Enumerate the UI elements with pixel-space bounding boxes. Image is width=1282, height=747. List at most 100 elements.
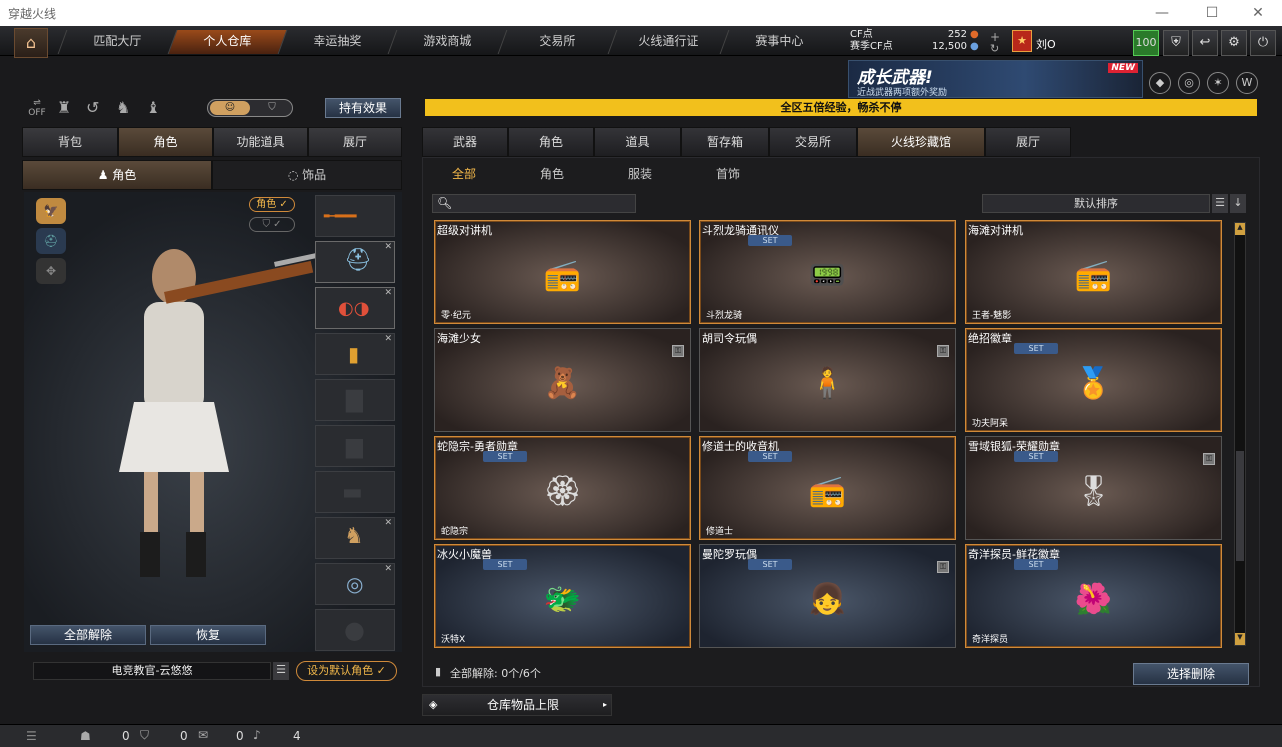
- left-tab-1[interactable]: 角色: [118, 127, 213, 157]
- menu-icon[interactable]: ☰: [26, 729, 37, 743]
- scroll-up-icon[interactable]: ▲: [1235, 223, 1245, 235]
- item-card[interactable]: 修道士的收音机 SET 📻 修道士: [699, 436, 956, 540]
- sort-select[interactable]: 默认排序: [982, 194, 1210, 213]
- view-toggle[interactable]: ☺ ⛉: [207, 99, 293, 117]
- item-card[interactable]: 奇洋探员-鲜花徽章 SET 🌺 奇洋探员: [965, 544, 1222, 648]
- right-tab-0[interactable]: 武器: [422, 127, 508, 157]
- chat-icon[interactable]: ✉: [198, 728, 208, 742]
- refresh-icon[interactable]: ↻: [990, 42, 999, 55]
- nav-tab-4[interactable]: 交易所: [497, 30, 617, 54]
- right-tab-3[interactable]: 暂存箱: [681, 127, 769, 157]
- badge-4-icon[interactable]: W: [1236, 72, 1258, 94]
- helmet-filter-icon[interactable]: ⛑: [36, 228, 66, 254]
- power-icon[interactable]: ⏻: [1250, 30, 1276, 56]
- slot-remove-icon[interactable]: ✕: [384, 518, 392, 528]
- team-icon[interactable]: ♜: [57, 98, 71, 117]
- nav-tab-3[interactable]: 游戏商城: [387, 30, 507, 54]
- close-icon[interactable]: ✕: [1246, 2, 1270, 24]
- slot-glasses[interactable]: ◐◑ ✕: [315, 287, 395, 329]
- item-card[interactable]: 胡司令玩偶 ⚿ 🧍: [699, 328, 956, 432]
- home-button[interactable]: ⌂: [14, 28, 48, 58]
- item-card[interactable]: 绝招徽章 SET 🏅 功夫阿呆: [965, 328, 1222, 432]
- level-badge[interactable]: 100: [1133, 30, 1159, 56]
- unequip-all-button[interactable]: 全部解除: [30, 625, 146, 645]
- category-character[interactable]: 角色: [540, 165, 564, 182]
- item-card[interactable]: 冰火小魔兽 SET 🐲 沃特X: [434, 544, 691, 648]
- slot-empty-2[interactable]: ▆: [315, 425, 395, 467]
- sort-direction-icon[interactable]: ↓: [1230, 194, 1246, 213]
- left-tab-0[interactable]: 背包: [22, 127, 118, 157]
- rotate-icon[interactable]: ↺: [86, 98, 99, 117]
- slot-radio[interactable]: ▮ ✕: [315, 333, 395, 375]
- sort-list-icon[interactable]: ☰: [1212, 194, 1228, 213]
- restore-button[interactable]: 恢复: [150, 625, 266, 645]
- nav-tab-1[interactable]: 个人仓库: [167, 30, 287, 54]
- scrollbar-thumb[interactable]: [1236, 451, 1244, 561]
- right-tab-4[interactable]: 交易所: [769, 127, 857, 157]
- left-tab-2[interactable]: 功能道具: [213, 127, 308, 157]
- maximize-icon[interactable]: ☐: [1200, 2, 1224, 24]
- badge-1-icon[interactable]: ◆: [1149, 72, 1171, 94]
- weapon-filter-chip[interactable]: ⛉ ✓: [249, 217, 295, 232]
- category-all[interactable]: 全部: [452, 165, 476, 182]
- badge-3-icon[interactable]: ✶: [1207, 72, 1229, 94]
- slot-empty-4[interactable]: ●: [315, 609, 395, 651]
- nav-tab-0[interactable]: 匹配大厅: [57, 30, 177, 54]
- right-tab-6[interactable]: 展厅: [985, 127, 1071, 157]
- slot-remove-icon[interactable]: ✕: [384, 334, 392, 344]
- slot-ring[interactable]: ◎ ✕: [315, 563, 395, 605]
- right-tab-5[interactable]: 火线珍藏馆: [857, 127, 985, 157]
- sound-off-icon[interactable]: ⇌ OFF: [26, 98, 48, 120]
- clan-icon[interactable]: ⛉: [140, 728, 149, 743]
- right-tab-2[interactable]: 道具: [594, 127, 681, 157]
- volume-icon[interactable]: ♪: [253, 728, 261, 742]
- scroll-down-icon[interactable]: ▼: [1235, 633, 1245, 645]
- slot-remove-icon[interactable]: ✕: [384, 242, 392, 252]
- shield-icon[interactable]: ⛨: [1163, 30, 1189, 56]
- nav-tab-5[interactable]: 火线通行证: [607, 30, 729, 54]
- slot-empty-3[interactable]: ▬: [315, 471, 395, 513]
- subtab-accessory[interactable]: ◌ 饰品: [212, 160, 402, 190]
- scrollbar[interactable]: ▲ ▼: [1234, 222, 1246, 646]
- item-owner: 功夫阿呆: [972, 419, 1009, 429]
- promo-banner[interactable]: 成长武器! 近战武器两项额外奖励 NEW: [848, 60, 1143, 98]
- slot-pet[interactable]: ♞ ✕: [315, 517, 395, 559]
- category-clothing[interactable]: 服装: [628, 165, 652, 182]
- minimize-icon[interactable]: —: [1150, 2, 1174, 24]
- list-icon[interactable]: ☰: [273, 662, 289, 680]
- character-filter-icon[interactable]: 🦅: [36, 198, 66, 224]
- item-card[interactable]: 雪域银狐-荣耀勋章 SET ⚿ 🎖: [965, 436, 1222, 540]
- category-jewelry[interactable]: 首饰: [716, 165, 740, 182]
- right-tab-1[interactable]: 角色: [508, 127, 594, 157]
- nav-tab-2[interactable]: 幸运抽奖: [277, 30, 397, 54]
- return-icon[interactable]: ↩: [1192, 30, 1218, 56]
- left-tab-3[interactable]: 展厅: [308, 127, 402, 157]
- nav-tab-6[interactable]: 赛事中心: [719, 30, 839, 54]
- badge-2-icon[interactable]: ◎: [1178, 72, 1200, 94]
- pose-icon[interactable]: ♞: [116, 98, 130, 117]
- slot-helmet[interactable]: ⛑ ✕: [315, 241, 395, 283]
- item-card[interactable]: 海滩少女 ⚿ 🧸: [434, 328, 691, 432]
- slot-empty-1[interactable]: ▇: [315, 379, 395, 421]
- item-card[interactable]: 曼陀罗玩偶 SET ⚿ 👧: [699, 544, 956, 648]
- wing-filter-icon[interactable]: ✥: [36, 258, 66, 284]
- subtab-character[interactable]: ♟ 角色: [22, 160, 212, 190]
- slot-remove-icon[interactable]: ✕: [384, 288, 392, 298]
- item-image: 👧: [808, 582, 847, 617]
- search-input[interactable]: 🔍︎: [432, 194, 636, 213]
- gear-icon[interactable]: ⚙: [1221, 30, 1247, 56]
- grenade-icon[interactable]: ♝: [146, 98, 160, 117]
- set-default-button[interactable]: 设为默认角色 ✓: [296, 661, 397, 681]
- effects-button[interactable]: 持有效果: [325, 98, 401, 118]
- item-card[interactable]: 蛇隐宗-勇者勋章 SET 🏵 蛇隐宗: [434, 436, 691, 540]
- slot-weapon[interactable]: ╾━━: [315, 195, 395, 237]
- slot-remove-icon[interactable]: ✕: [384, 564, 392, 574]
- item-card[interactable]: 斗烈龙骑通讯仪 SET 📟 斗烈龙骑: [699, 220, 956, 324]
- item-card[interactable]: 海滩对讲机 📻 王者-魅影: [965, 220, 1222, 324]
- storage-limit-button[interactable]: ◈ 仓库物品上限 ▸: [422, 694, 612, 716]
- role-filter-chip[interactable]: 角色 ✓: [249, 197, 295, 212]
- item-card[interactable]: 超级对讲机 📻 零·纪元: [434, 220, 691, 324]
- select-delete-button[interactable]: 选择删除: [1133, 663, 1249, 685]
- friends-icon[interactable]: ☗: [80, 729, 91, 743]
- bookmark-icon: ▮: [435, 665, 442, 678]
